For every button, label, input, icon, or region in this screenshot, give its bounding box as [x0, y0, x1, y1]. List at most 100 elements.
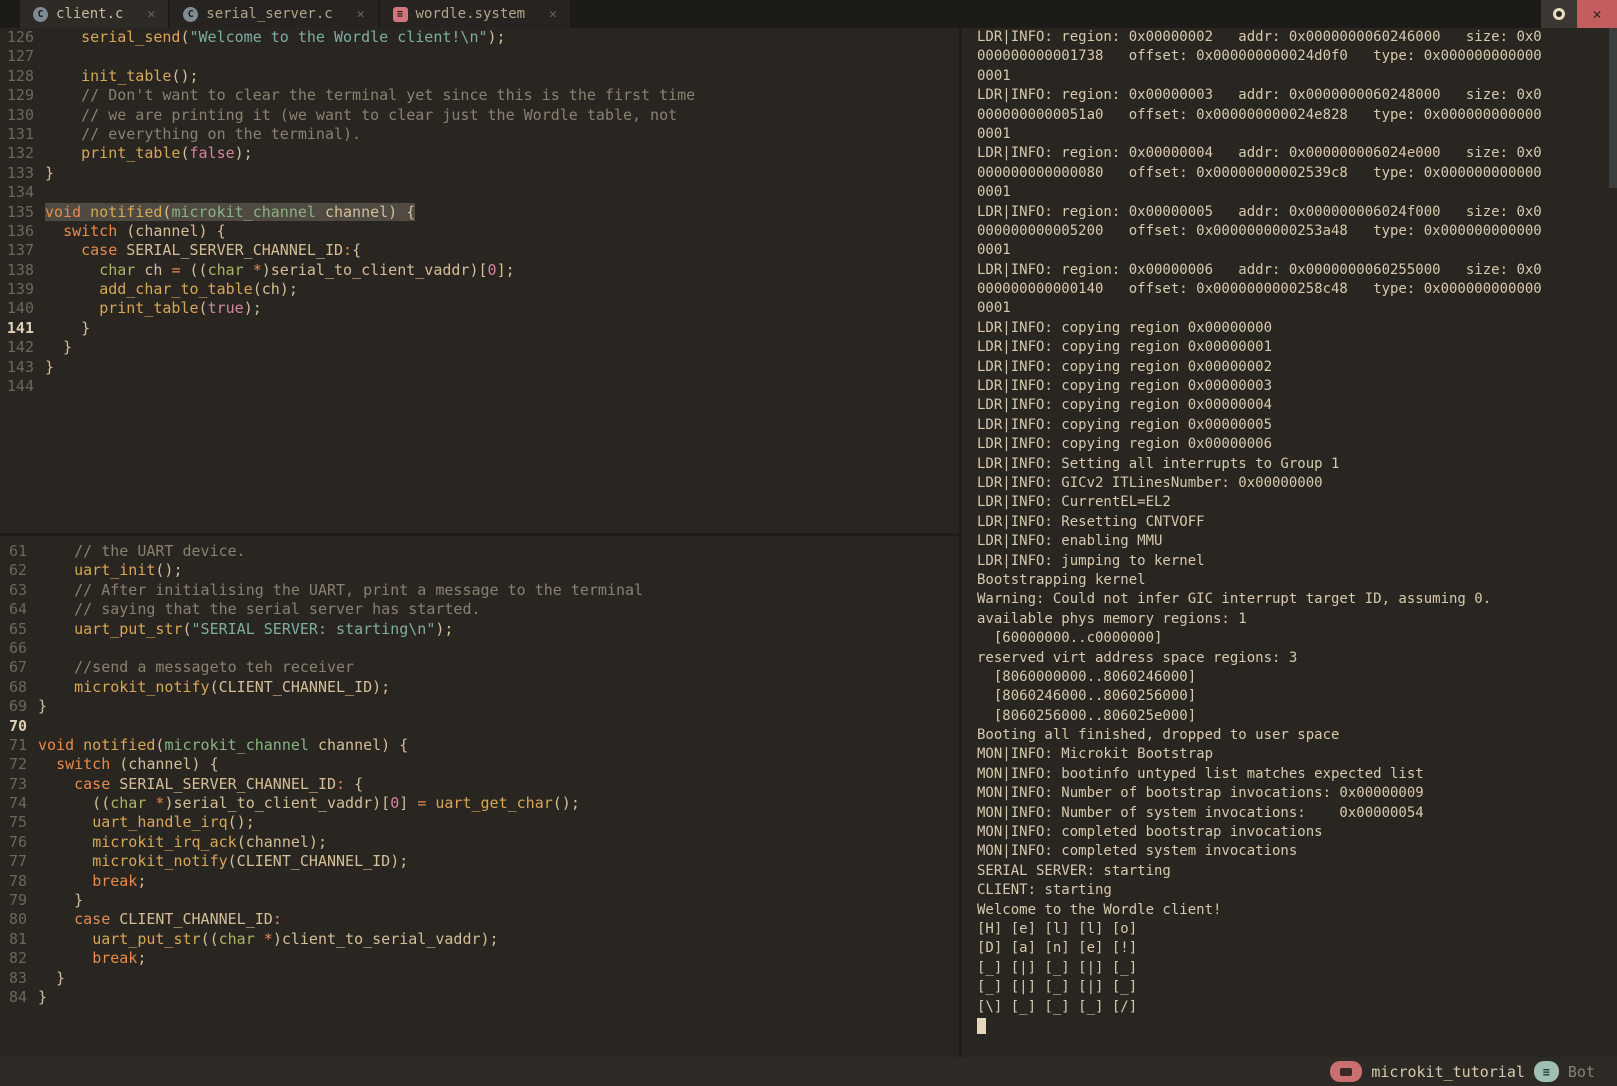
- line-number: 144: [0, 377, 34, 396]
- terminal-line: Welcome to the Wordle client!: [977, 901, 1617, 920]
- line-number: 127: [0, 47, 34, 66]
- code-line: 129 // Don't want to clear the terminal …: [0, 86, 959, 105]
- terminal-line: LDR|INFO: copying region 0x00000002: [977, 358, 1617, 377]
- terminal-line: [\] [_] [_] [_] [/]: [977, 998, 1617, 1017]
- terminal-line: [60000000..c0000000]: [977, 629, 1617, 648]
- code-line: 80 case CLIENT_CHANNEL_ID:: [0, 910, 959, 929]
- line-text: uart_put_str((char *)client_to_serial_va…: [38, 930, 499, 948]
- code-line: 82 break;: [0, 949, 959, 968]
- code-line: 70: [0, 717, 959, 736]
- tab-wordle-system[interactable]: ≡wordle.system✕: [380, 0, 572, 28]
- code-line: 74 ((char *)serial_to_client_vaddr)[0] =…: [0, 794, 959, 813]
- terminal-pane[interactable]: LDR|INFO: region: 0x00000002 addr: 0x000…: [959, 28, 1617, 1057]
- terminal-line: Bootstrapping kernel: [977, 571, 1617, 590]
- line-text: // everything on the terminal).: [45, 125, 361, 143]
- terminal-line: LDR|INFO: copying region 0x00000006: [977, 435, 1617, 454]
- line-number: 61: [0, 542, 27, 561]
- code-line: 67 //send a messageto teh receiver: [0, 658, 959, 677]
- line-text: print_table(true);: [45, 299, 262, 317]
- line-text: }: [45, 338, 72, 356]
- line-number: 84: [0, 988, 27, 1007]
- code-line: 131 // everything on the terminal).: [0, 125, 959, 144]
- line-text: case SERIAL_SERVER_CHANNEL_ID:{: [45, 241, 361, 259]
- line-number: 142: [0, 338, 34, 357]
- terminal-scrollbar[interactable]: [1609, 28, 1617, 188]
- terminal-line: MON|INFO: Microkit Bootstrap: [977, 745, 1617, 764]
- editor-pane-client[interactable]: 126 serial_send("Welcome to the Wordle c…: [0, 28, 959, 533]
- visibility-toggle-button[interactable]: [1541, 0, 1577, 28]
- tab-close-icon[interactable]: ✕: [549, 7, 557, 22]
- code-line: 65 uart_put_str("SERIAL SERVER: starting…: [0, 620, 959, 639]
- line-text: // Don't want to clear the terminal yet …: [45, 86, 695, 104]
- line-text: switch (channel) {: [45, 222, 226, 240]
- line-number: 134: [0, 183, 34, 202]
- terminal-line: SERIAL SERVER: starting: [977, 862, 1617, 881]
- code-line: 141 }: [0, 319, 959, 338]
- terminal-line: [_] [|] [_] [|] [_]: [977, 978, 1617, 997]
- line-text: uart_put_str("SERIAL SERVER: starting\n"…: [38, 620, 453, 638]
- line-text: break;: [38, 872, 146, 890]
- line-text: uart_init();: [38, 561, 183, 579]
- terminal-line: LDR|INFO: jumping to kernel: [977, 552, 1617, 571]
- line-text: init_table();: [45, 67, 199, 85]
- line-number: 70: [0, 717, 27, 736]
- line-text: uart_handle_irq();: [38, 813, 255, 831]
- editor-column: 126 serial_send("Welcome to the Wordle c…: [0, 28, 959, 1057]
- line-number: 64: [0, 600, 27, 619]
- terminal-line: LDR|INFO: CurrentEL=EL2: [977, 493, 1617, 512]
- terminal-line: 0001: [977, 67, 1617, 86]
- line-text: }: [45, 319, 90, 337]
- line-number: 139: [0, 280, 34, 299]
- window-close-button[interactable]: ✕: [1577, 0, 1617, 28]
- terminal-line: MON|INFO: Number of system invocations: …: [977, 804, 1617, 823]
- tab-close-icon[interactable]: ✕: [357, 7, 365, 22]
- code-line: 62 uart_init();: [0, 561, 959, 580]
- terminal-line: [_] [|] [_] [|] [_]: [977, 959, 1617, 978]
- code-line: 79 }: [0, 891, 959, 910]
- code-line: 135void notified(microkit_channel channe…: [0, 203, 959, 222]
- terminal-line: reserved virt address space regions: 3: [977, 649, 1617, 668]
- code-line: 61 // the UART device.: [0, 542, 959, 561]
- code-line: 72 switch (channel) {: [0, 755, 959, 774]
- tab-label: wordle.system: [416, 6, 526, 22]
- line-number: 73: [0, 775, 27, 794]
- code-line: 142 }: [0, 338, 959, 357]
- line-text: // After initialising the UART, print a …: [38, 581, 643, 599]
- terminal-line: 000000000001738 offset: 0x000000000024d0…: [977, 47, 1617, 66]
- terminal-line: MON|INFO: bootinfo untyped list matches …: [977, 765, 1617, 784]
- line-text: serial_send("Welcome to the Wordle clien…: [45, 28, 506, 46]
- workspace-label: microkit_tutorial: [1371, 1063, 1525, 1081]
- line-number: 81: [0, 930, 27, 949]
- line-number: 65: [0, 620, 27, 639]
- code-line: 77 microkit_notify(CLIENT_CHANNEL_ID);: [0, 852, 959, 871]
- code-line: 69}: [0, 697, 959, 716]
- line-text: microkit_notify(CLIENT_CHANNEL_ID);: [38, 678, 390, 696]
- code-line: 127: [0, 47, 959, 66]
- terminal-line: 000000000000080 offset: 0x00000000002539…: [977, 164, 1617, 183]
- code-line: 63 // After initialising the UART, print…: [0, 581, 959, 600]
- line-number: 131: [0, 125, 34, 144]
- tab-client-c[interactable]: Cclient.c✕: [20, 0, 170, 28]
- line-text: char ch = ((char *)serial_to_client_vadd…: [45, 261, 515, 279]
- line-number: 78: [0, 872, 27, 891]
- terminal-line: Warning: Could not infer GIC interrupt t…: [977, 590, 1617, 609]
- line-text: // we are printing it (we want to clear …: [45, 106, 677, 124]
- code-line: 75 uart_handle_irq();: [0, 813, 959, 832]
- terminal-line: LDR|INFO: enabling MMU: [977, 532, 1617, 551]
- code-line: 130 // we are printing it (we want to cl…: [0, 106, 959, 125]
- line-number: 138: [0, 261, 34, 280]
- terminal-line: 0000000000051a0 offset: 0x000000000024e8…: [977, 106, 1617, 125]
- line-number: 129: [0, 86, 34, 105]
- terminal-line: 0001: [977, 241, 1617, 260]
- code-line: 73 case SERIAL_SERVER_CHANNEL_ID: {: [0, 775, 959, 794]
- tab-serial_server-c[interactable]: Cserial_server.c✕: [170, 0, 379, 28]
- tab-close-icon[interactable]: ✕: [147, 7, 155, 22]
- line-number: 69: [0, 697, 27, 716]
- editor-pane-serial-server[interactable]: 61 // the UART device.62 uart_init();63 …: [0, 536, 959, 1057]
- line-number: 63: [0, 581, 27, 600]
- tab-label: serial_server.c: [206, 6, 332, 22]
- line-number: 79: [0, 891, 27, 910]
- terminal-line: 0001: [977, 183, 1617, 202]
- main-split: 126 serial_send("Welcome to the Wordle c…: [0, 28, 1617, 1057]
- line-text: microkit_notify(CLIENT_CHANNEL_ID);: [38, 852, 408, 870]
